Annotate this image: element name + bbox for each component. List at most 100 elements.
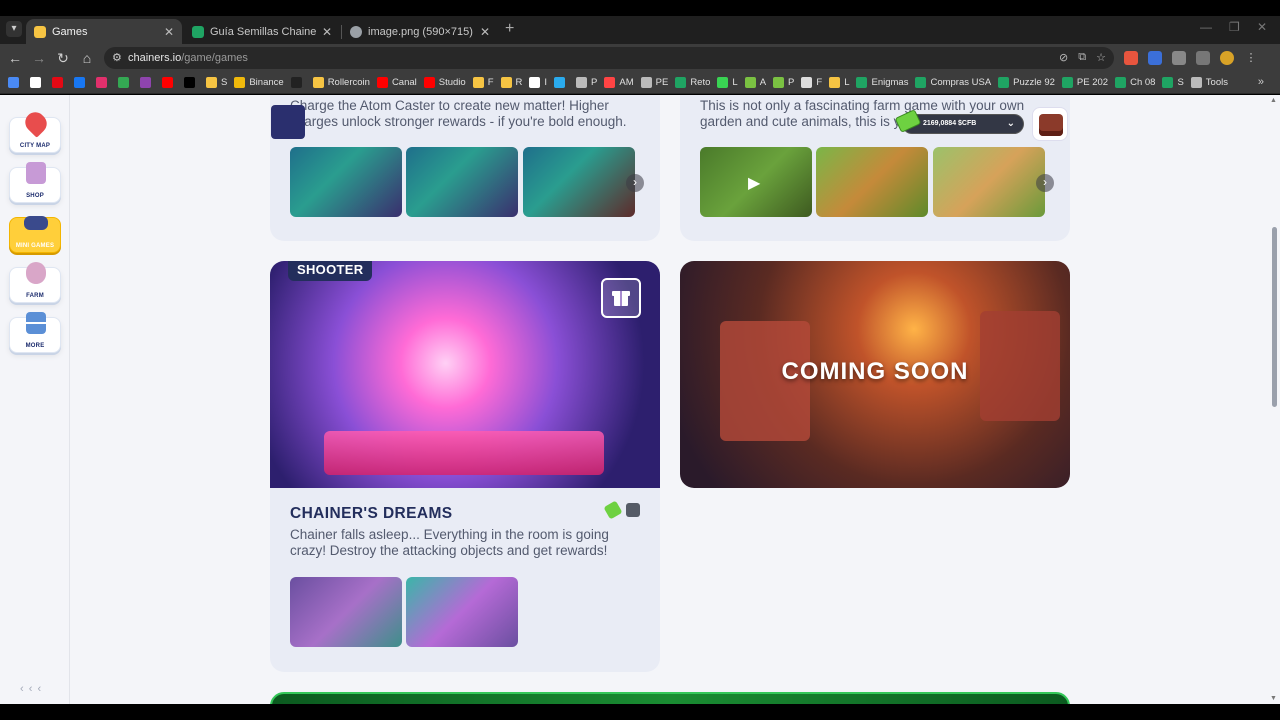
grid-extension-icon[interactable] — [1172, 51, 1186, 65]
bookmark-item[interactable]: F — [801, 77, 822, 88]
minimize-button[interactable]: — — [1200, 20, 1212, 34]
bookmark-item[interactable]: R — [500, 77, 522, 88]
bookmark-item[interactable] — [52, 77, 67, 88]
bookmark-item[interactable] — [554, 77, 569, 88]
sidebar-item-shop[interactable]: SHOP — [9, 162, 61, 203]
sidebar-item-farm[interactable]: FARM — [9, 262, 61, 303]
shield-extension-icon[interactable] — [1148, 51, 1162, 65]
bookmark-item[interactable]: Studio — [423, 77, 466, 88]
site-info-icon[interactable]: ⚙ — [112, 51, 125, 64]
bookmark-label: Canal — [391, 77, 417, 88]
close-window-button[interactable]: ✕ — [1257, 20, 1267, 34]
home-icon[interactable]: ⌂ — [79, 50, 95, 66]
bookmark-item[interactable]: L — [717, 77, 738, 88]
screenshot-thumbnail[interactable] — [816, 147, 928, 217]
game-card-chainers-dreams[interactable]: SHOOTER CHAINER'S DREAMS Chainer falls a… — [270, 261, 660, 672]
bookmark-star-icon[interactable]: ☆ — [1096, 51, 1106, 64]
fox-extension-icon[interactable] — [1124, 51, 1138, 65]
game-card-atom-caster[interactable]: Charge the Atom Caster to create new mat… — [270, 95, 660, 241]
gift-icon[interactable] — [601, 278, 641, 318]
user-avatar[interactable] — [1032, 107, 1068, 141]
bookmark-item[interactable] — [140, 77, 155, 88]
next-game-card[interactable] — [270, 692, 1070, 704]
bookmark-label: I — [544, 77, 548, 88]
bookmark-item[interactable] — [118, 77, 133, 88]
shop-stall-icon — [26, 162, 46, 184]
game-card-coming-soon: COMING SOON — [680, 261, 1070, 488]
eye-off-icon[interactable]: ⊘ — [1059, 51, 1068, 64]
bookmark-item[interactable]: A — [744, 77, 766, 88]
bookmark-item[interactable] — [8, 77, 23, 88]
page-scrollbar[interactable]: ▲ ▼ — [1268, 95, 1280, 704]
bookmark-item[interactable]: Rollercoin — [312, 77, 370, 88]
screenshot-thumbnail[interactable] — [290, 577, 402, 647]
maximize-button[interactable]: ❐ — [1229, 20, 1240, 34]
tab-games[interactable]: Games ✕ — [26, 19, 182, 44]
puzzle-extensions-icon[interactable] — [1196, 51, 1210, 65]
bookmark-item[interactable] — [74, 77, 89, 88]
bookmark-item[interactable]: Reto — [675, 77, 710, 88]
screenshot-thumbnail[interactable] — [406, 577, 518, 647]
sidebar-item-city-map[interactable]: CITY MAP — [9, 108, 61, 153]
close-tab-icon[interactable]: ✕ — [322, 25, 332, 39]
video-thumbnail[interactable]: ▶ — [700, 147, 812, 217]
bookmark-item[interactable] — [162, 77, 177, 88]
scrollbar-thumb[interactable] — [1272, 227, 1277, 407]
bookmark-item[interactable]: PE — [640, 77, 668, 88]
bookmark-item[interactable]: Canal — [376, 77, 417, 88]
bookmark-item[interactable]: Ch 08 — [1115, 77, 1155, 88]
balance-dropdown[interactable]: 2169,0884 $CFB ⌄ — [894, 109, 1024, 134]
bookmark-item[interactable]: Binance — [234, 77, 284, 88]
address-bar[interactable]: ⚙ chainers.io/game/games ⊘ ⧉ ☆ — [104, 47, 1114, 69]
bookmark-item[interactable]: PE 202 — [1061, 77, 1108, 88]
bookmark-item[interactable] — [96, 77, 111, 88]
map-pin-icon — [21, 108, 51, 138]
bookmark-item[interactable]: L — [829, 77, 849, 88]
tab-title: Guía Semillas Chainers by Piero — [210, 25, 316, 38]
bookmark-item[interactable]: I — [529, 77, 547, 88]
browser-toolbar: ← → ↻ ⌂ ⚙ chainers.io/game/games ⊘ ⧉ ☆ ⋮ — [0, 44, 1280, 72]
bookmark-favicon-icon — [423, 77, 435, 88]
bookmark-favicon-icon — [96, 77, 107, 88]
sidebar-item-more[interactable]: MORE — [9, 312, 61, 353]
sidebar-item-mini-games[interactable]: MINI GAMES — [9, 216, 61, 253]
tab-search-button[interactable]: ▾ — [6, 21, 22, 37]
bookmark-item[interactable]: S — [1162, 77, 1184, 88]
new-tab-button[interactable]: + — [505, 20, 514, 38]
bookmark-item[interactable] — [184, 77, 199, 88]
bookmark-item[interactable]: S — [206, 77, 227, 88]
tab-guia-semillas[interactable]: Guía Semillas Chainers by Piero ✕ — [184, 19, 340, 44]
carousel-next-icon[interactable]: › — [626, 174, 644, 192]
screenshot-thumbnail[interactable] — [290, 147, 402, 217]
screenshot-thumbnail[interactable] — [933, 147, 1045, 217]
bookmark-item[interactable]: F — [472, 77, 494, 88]
forward-arrow-icon[interactable]: → — [31, 50, 47, 66]
bookmark-item[interactable]: Compras USA — [915, 77, 991, 88]
bookmark-item[interactable]: Tools — [1190, 77, 1228, 88]
collapse-sidebar-button[interactable]: ‹ ‹ ‹ — [20, 683, 42, 695]
url-text[interactable]: chainers.io/game/games — [128, 52, 248, 64]
play-icon[interactable]: ▶ — [748, 173, 760, 193]
reload-icon[interactable]: ↻ — [55, 50, 71, 67]
carousel-next-icon[interactable]: › — [1036, 174, 1054, 192]
back-arrow-icon[interactable]: ← — [7, 50, 23, 66]
bookmark-item[interactable]: P — [576, 77, 597, 88]
bookmark-item[interactable] — [30, 77, 45, 88]
close-tab-icon[interactable]: ✕ — [480, 25, 490, 39]
screenshot-thumbnail[interactable] — [523, 147, 635, 217]
tab-image-png[interactable]: image.png (590×715) ✕ — [342, 19, 498, 44]
menu-kebab-icon[interactable]: ⋮ — [1244, 51, 1258, 65]
bookmark-item[interactable] — [290, 77, 306, 88]
bookmark-item[interactable]: AM — [604, 77, 634, 88]
install-app-icon[interactable]: ⧉ — [1078, 51, 1086, 64]
close-tab-icon[interactable]: ✕ — [164, 25, 174, 39]
bookmark-item[interactable]: Enigmas — [856, 77, 908, 88]
profile-avatar[interactable] — [1220, 51, 1234, 65]
bookmark-item[interactable]: P — [773, 77, 794, 88]
bookmark-item[interactable]: Puzzle 92 — [998, 77, 1055, 88]
screenshot-thumbnail[interactable] — [406, 147, 518, 217]
scroll-up-icon[interactable]: ▲ — [1270, 97, 1277, 104]
bookmarks-overflow-button[interactable]: » — [1258, 76, 1264, 88]
scroll-down-icon[interactable]: ▼ — [1270, 695, 1277, 702]
grid-icon — [26, 312, 46, 334]
